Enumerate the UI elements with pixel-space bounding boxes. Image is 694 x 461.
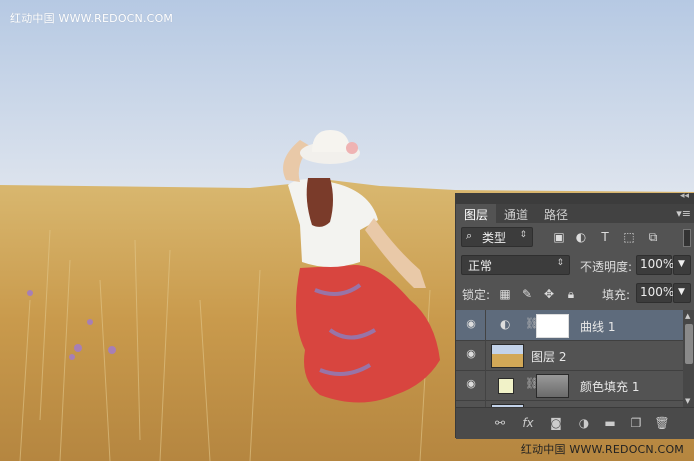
lock-all-icon[interactable]: 🔒︎ [564, 287, 578, 301]
layers-scrollbar[interactable]: ▲ ▼ [683, 310, 694, 407]
curves-adjustment-icon: ◐ [500, 317, 511, 331]
new-group-icon[interactable]: ▬ [602, 416, 618, 430]
scroll-up-icon[interactable]: ▲ [685, 312, 690, 320]
chevron-updown-icon: ⇕ [556, 258, 564, 268]
opacity-label: 不透明度: [580, 260, 633, 274]
divider [485, 310, 486, 340]
smart-object-filter-icon[interactable]: ⧉ [646, 230, 660, 244]
fill-value: 100% [640, 285, 675, 299]
trash-icon[interactable]: 🗑︎ [654, 416, 670, 430]
lock-label: 锁定: [462, 288, 491, 302]
fill-input[interactable]: 100% [636, 283, 675, 303]
filter-row: ⌕ 类型 ⇕ ▣ ◐ T ⬚ ⧉ [456, 225, 694, 251]
fill-label: 填充: [602, 288, 631, 302]
divider [485, 400, 486, 407]
filter-type-label: 类型 [482, 231, 507, 245]
layers-panel: ◂◂ 图层 通道 路径 ▾≡ ⌕ 类型 ⇕ ▣ ◐ T ⬚ ⧉ 正常 ⇕ 不透明… [455, 191, 694, 439]
divider [485, 370, 486, 400]
add-mask-icon[interactable]: ◙ [548, 416, 564, 430]
filter-type-dropdown[interactable]: ⌕ 类型 ⇕ [461, 227, 533, 247]
layer-name: 图层 2 [531, 350, 567, 364]
chevron-down-icon: ▼ [678, 287, 685, 297]
panel-tabs: 图层 通道 路径 ▾≡ [456, 204, 694, 223]
adjustment-layer-icon[interactable]: ◑ [576, 416, 592, 430]
layer-row-curves[interactable]: ◉ ◐ ⛓ 曲线 1 [456, 310, 683, 341]
layer-mask-thumbnail[interactable] [536, 374, 569, 398]
new-layer-icon[interactable]: ❐ [628, 416, 644, 430]
fill-dropdown-button[interactable]: ▼ [673, 283, 691, 303]
panel-menu-icon[interactable]: ▾≡ [676, 207, 691, 220]
shape-filter-icon[interactable]: ⬚ [622, 230, 636, 244]
lock-position-icon[interactable]: ✥ [542, 287, 556, 301]
visibility-eye-icon[interactable]: ◉ [464, 377, 478, 391]
blend-row: 正常 ⇕ 不透明度: 100% ▼ [456, 253, 694, 279]
scroll-down-icon[interactable]: ▼ [685, 397, 690, 405]
blend-mode-dropdown[interactable]: 正常 ⇕ [461, 255, 570, 275]
layer-row-background[interactable]: ◉ 图层 [456, 400, 683, 407]
layer-row-color-fill[interactable]: ◉ ⛓ 颜色填充 1 [456, 370, 683, 401]
lock-transparency-icon[interactable]: ▦ [498, 287, 512, 301]
layer-name: 曲线 1 [580, 320, 616, 334]
collapse-panel-icon[interactable]: ◂◂ [680, 191, 689, 201]
tab-paths[interactable]: 路径 [536, 204, 576, 223]
divider [485, 340, 486, 370]
chevron-down-icon: ▼ [678, 259, 685, 269]
panel-title-bar: ◂◂ [456, 191, 694, 204]
opacity-input[interactable]: 100% [636, 255, 675, 275]
scrollbar-thumb[interactable] [685, 324, 693, 364]
fill-color-swatch[interactable] [498, 378, 514, 394]
visibility-eye-icon[interactable]: ◉ [464, 347, 478, 361]
layer-name: 颜色填充 1 [580, 380, 640, 394]
layer-row-layer2[interactable]: ◉ 图层 2 [456, 340, 683, 371]
lock-row: 锁定: ▦ ✎ ✥ 🔒︎ 填充: 100% ▼ [456, 281, 694, 307]
layers-list: ◉ ◐ ⛓ 曲线 1 ◉ 图层 2 ◉ ⛓ 颜色填充 1 ◉ 图层 [456, 310, 683, 407]
image-filter-icon[interactable]: ▣ [552, 230, 566, 244]
type-filter-icon[interactable]: T [598, 230, 612, 244]
link-layers-icon[interactable]: ⚯ [492, 416, 508, 430]
visibility-eye-icon[interactable]: ◉ [464, 317, 478, 331]
watermark-bottom: 红动中国 WWW.REDOCN.COM [520, 443, 684, 456]
tab-channels[interactable]: 通道 [496, 204, 536, 223]
opacity-value: 100% [640, 257, 675, 271]
lock-brush-icon[interactable]: ✎ [520, 287, 534, 301]
filter-toggle[interactable] [683, 229, 691, 247]
blend-mode-value: 正常 [468, 259, 493, 273]
fx-icon[interactable]: fx [520, 416, 536, 430]
chevron-updown-icon: ⇕ [519, 230, 527, 240]
layer-thumbnail[interactable] [491, 344, 524, 368]
layer-mask-thumbnail[interactable] [536, 314, 569, 338]
watermark-top: 红动中国 WWW.REDOCN.COM [10, 12, 174, 25]
opacity-dropdown-button[interactable]: ▼ [673, 255, 691, 275]
adjustment-filter-icon[interactable]: ◐ [574, 230, 588, 244]
search-icon: ⌕ [466, 229, 473, 242]
panel-footer: ⚯ fx ◙ ◑ ▬ ❐ 🗑︎ [456, 407, 694, 439]
tab-layers[interactable]: 图层 [456, 204, 497, 223]
